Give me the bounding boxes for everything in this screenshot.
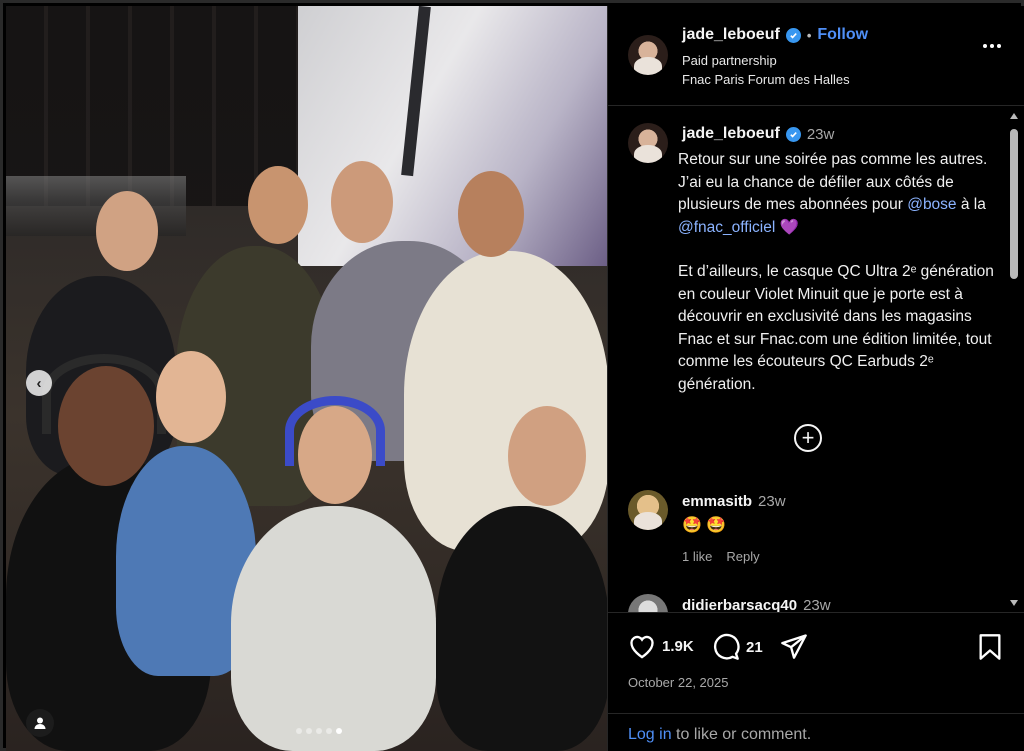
carousel-prev-button[interactable]: ‹ bbox=[26, 370, 52, 396]
comment-time[interactable]: 23w bbox=[758, 493, 786, 510]
carousel-dot bbox=[336, 728, 342, 734]
comment-count[interactable]: 21 bbox=[746, 639, 763, 656]
photo-person bbox=[404, 251, 607, 551]
photo-head bbox=[156, 351, 226, 443]
heart-icon bbox=[630, 635, 654, 659]
photo-head bbox=[248, 166, 308, 244]
mention-link[interactable]: @bose bbox=[907, 196, 956, 213]
photo-headphones bbox=[42, 354, 166, 434]
photo-head bbox=[96, 191, 158, 271]
caption-header: jade_leboeuf 23w bbox=[682, 125, 834, 143]
carousel-dots bbox=[296, 728, 342, 734]
save-button[interactable] bbox=[978, 633, 1002, 661]
photo-headphones bbox=[285, 396, 385, 466]
reply-button[interactable]: Reply bbox=[726, 549, 759, 564]
verified-badge-icon bbox=[785, 126, 801, 142]
scroll-up-icon[interactable] bbox=[1010, 113, 1018, 119]
mention-link[interactable]: @fnac_officiel bbox=[678, 219, 775, 236]
photo-head bbox=[508, 406, 586, 506]
comment-header: didierbarsacq40 23w bbox=[682, 597, 831, 612]
caption-time[interactable]: 23w bbox=[807, 126, 835, 143]
caption-text: Retour sur une soirée pas comme les autr… bbox=[678, 149, 998, 418]
login-link[interactable]: Log in bbox=[628, 726, 672, 743]
more-options-icon[interactable] bbox=[983, 44, 1001, 48]
comment-text: 🤩 🤩 bbox=[682, 517, 727, 534]
verified-badge-icon bbox=[785, 27, 801, 43]
post-date[interactable]: October 22, 2025 bbox=[628, 675, 728, 690]
photo-head bbox=[331, 161, 393, 243]
post-header: jade_leboeuf • Follow Paid partnership F… bbox=[608, 6, 1024, 106]
comment-username[interactable]: didierbarsacq40 bbox=[682, 597, 797, 612]
bookmark-icon bbox=[979, 634, 1001, 660]
photo-head bbox=[458, 171, 524, 257]
location-link[interactable]: Fnac Paris Forum des Halles bbox=[682, 72, 850, 87]
post-author: jade_leboeuf • Follow bbox=[682, 26, 868, 44]
comment-username[interactable]: emmasitb bbox=[682, 493, 752, 510]
avatar[interactable] bbox=[628, 35, 668, 75]
share-icon bbox=[781, 634, 807, 659]
carousel-dot bbox=[316, 728, 322, 734]
paid-partnership-label[interactable]: Paid partnership bbox=[682, 53, 777, 68]
load-more-comments-button[interactable]: + bbox=[794, 424, 822, 452]
comment-likes[interactable]: 1 like bbox=[682, 549, 712, 564]
carousel-dot bbox=[306, 728, 312, 734]
photo-person bbox=[436, 506, 607, 751]
photo-person bbox=[231, 506, 436, 751]
comments-list[interactable]: jade_leboeuf 23w Retour sur une soirée p… bbox=[608, 107, 1024, 612]
author-username[interactable]: jade_leboeuf bbox=[682, 26, 780, 44]
tagged-users-button[interactable] bbox=[26, 709, 54, 737]
comment-button[interactable]: 21 bbox=[712, 633, 763, 661]
user-icon bbox=[34, 717, 46, 729]
like-button[interactable]: 1.9K bbox=[628, 633, 694, 659]
caption-text-part: à la bbox=[956, 196, 986, 213]
like-count[interactable]: 1.9K bbox=[662, 638, 694, 655]
post-actions: 1.9K 21 October 22, 2025 Log in to like … bbox=[608, 612, 1024, 751]
share-button[interactable] bbox=[780, 633, 808, 659]
scroll-down-icon[interactable] bbox=[1010, 600, 1018, 606]
login-suffix: to like or comment. bbox=[671, 726, 812, 743]
caption-username[interactable]: jade_leboeuf bbox=[682, 125, 780, 143]
comment-time[interactable]: 23w bbox=[803, 597, 831, 612]
comment-icon bbox=[713, 633, 740, 660]
post-modal: ‹ jade_leboeuf • Follow Paid partnership… bbox=[0, 0, 1024, 751]
carousel-dot bbox=[296, 728, 302, 734]
scroll-thumb[interactable] bbox=[1010, 129, 1018, 279]
purple-heart-emoji: 💜 bbox=[779, 218, 799, 236]
caption-paragraph: Et d’ailleurs, le casque QC Ultra 2ᵉ gén… bbox=[678, 263, 994, 393]
post-side-panel: jade_leboeuf • Follow Paid partnership F… bbox=[607, 6, 1024, 751]
comment-header: emmasitb 23w bbox=[682, 493, 786, 510]
avatar[interactable] bbox=[628, 490, 668, 530]
comment-meta: 1 like Reply bbox=[682, 549, 760, 564]
post-photo[interactable]: ‹ bbox=[6, 6, 607, 751]
separator-dot: • bbox=[806, 27, 812, 43]
follow-button[interactable]: Follow bbox=[817, 26, 868, 44]
caption-paragraph: Retour sur une soirée pas comme les autr… bbox=[678, 149, 998, 239]
comments-scrollbar[interactable] bbox=[1007, 107, 1021, 612]
avatar[interactable] bbox=[628, 594, 668, 612]
carousel-dot bbox=[326, 728, 332, 734]
login-prompt: Log in to like or comment. bbox=[608, 713, 1024, 751]
avatar[interactable] bbox=[628, 123, 668, 163]
